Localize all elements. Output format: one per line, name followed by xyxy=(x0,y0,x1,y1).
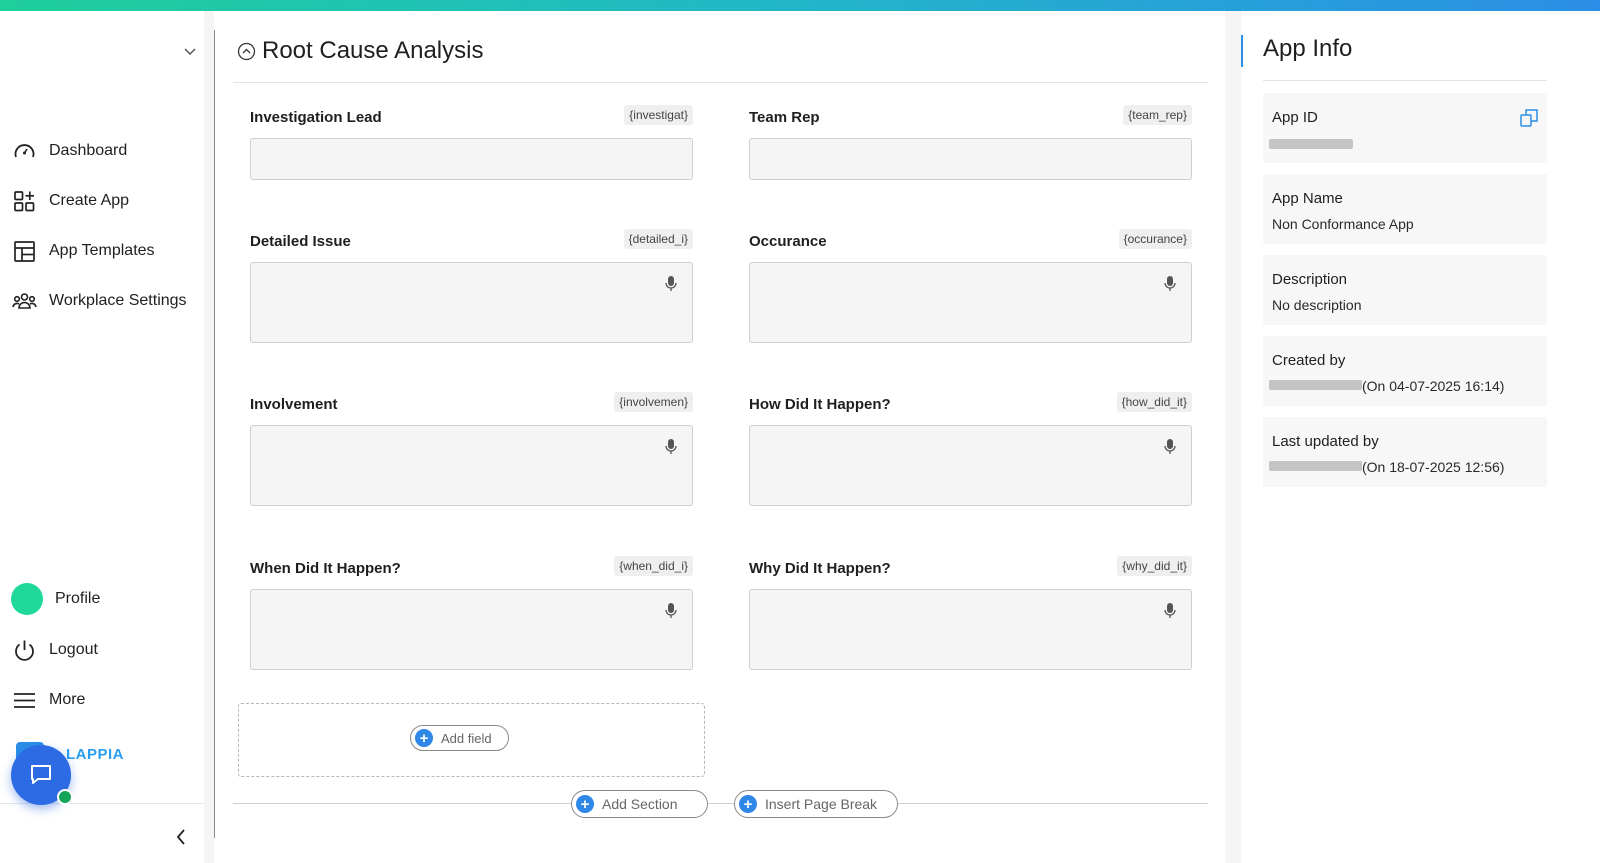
variable-tag: {how_did_it} xyxy=(1116,392,1192,412)
copy-icon[interactable] xyxy=(1519,108,1539,128)
description-label: Description xyxy=(1272,271,1348,288)
microphone-icon[interactable] xyxy=(1164,276,1176,292)
microphone-icon[interactable] xyxy=(665,439,677,455)
field-label: Detailed Issue xyxy=(250,233,351,250)
online-status-dot xyxy=(57,789,73,805)
section-header[interactable]: Root Cause Analysis xyxy=(237,37,483,65)
microphone-icon[interactable] xyxy=(665,276,677,292)
dashboard-icon xyxy=(12,139,37,164)
description-card: Description No description xyxy=(1263,255,1547,325)
add-field-button[interactable]: + Add field xyxy=(410,725,509,751)
app-info-panel: App Info App ID App Name Non Conformance… xyxy=(1241,11,1600,863)
field-label: Investigation Lead xyxy=(250,109,382,126)
plus-icon: + xyxy=(739,795,757,813)
insert-page-break-label: Insert Page Break xyxy=(765,796,878,812)
divider xyxy=(1263,80,1547,81)
accent-bar xyxy=(1241,35,1243,67)
sidebar-item-label: Logout xyxy=(49,641,98,658)
variable-tag: {team_rep} xyxy=(1123,105,1192,125)
updated-by-label: Last updated by xyxy=(1272,433,1379,450)
field-label: Team Rep xyxy=(749,109,820,126)
sidebar: Dashboard Create App App Templates Workp… xyxy=(0,11,204,863)
field-label: Occurance xyxy=(749,233,827,250)
text-input[interactable] xyxy=(749,138,1192,180)
sidebar-item-more[interactable]: More xyxy=(12,685,85,715)
top-gradient-bar xyxy=(0,0,1600,11)
sidebar-item-workplace-settings[interactable]: Workplace Settings xyxy=(12,286,187,316)
field-label: Why Did It Happen? xyxy=(749,560,891,577)
variable-tag: {investigat} xyxy=(624,105,693,125)
sidebar-item-label: Dashboard xyxy=(49,142,128,159)
sidebar-item-label: Profile xyxy=(55,590,101,607)
section-title: Root Cause Analysis xyxy=(262,37,484,64)
form-builder-canvas: Root Cause Analysis Investigation Lead {… xyxy=(215,11,1225,863)
app-id-label: App ID xyxy=(1272,109,1318,126)
sidebar-item-label: App Templates xyxy=(49,242,155,259)
textarea-input[interactable] xyxy=(749,589,1192,670)
textarea-input[interactable] xyxy=(250,425,693,506)
textarea-input[interactable] xyxy=(250,262,693,343)
power-icon xyxy=(12,638,37,663)
sidebar-item-label: Create App xyxy=(49,192,130,209)
sidebar-item-app-templates[interactable]: App Templates xyxy=(12,236,155,266)
users-icon xyxy=(12,289,37,314)
textarea-input[interactable] xyxy=(250,589,693,670)
variable-tag: {occurance} xyxy=(1118,229,1192,249)
chevron-down-icon[interactable] xyxy=(183,44,197,58)
field-label: How Did It Happen? xyxy=(749,396,891,413)
updated-by-card: Last updated by (On 18-07-2025 12:56) xyxy=(1263,417,1547,487)
field-label: Involvement xyxy=(250,396,338,413)
text-input[interactable] xyxy=(250,138,693,180)
section-bottom-divider xyxy=(233,803,1208,804)
app-name-value: Non Conformance App xyxy=(1272,216,1414,232)
app-id-value-redacted xyxy=(1269,139,1353,149)
avatar xyxy=(11,583,43,615)
panel-gap xyxy=(1225,11,1241,863)
description-value: No description xyxy=(1272,297,1362,313)
variable-tag: {when_did_i} xyxy=(614,556,693,576)
insert-page-break-button[interactable]: + Insert Page Break xyxy=(734,790,898,818)
variable-tag: {involvemen} xyxy=(614,392,693,412)
create-app-icon xyxy=(12,189,37,214)
add-field-label: Add field xyxy=(441,730,492,746)
app-id-card: App ID xyxy=(1263,93,1547,163)
add-section-label: Add Section xyxy=(602,796,678,812)
microphone-icon[interactable] xyxy=(665,603,677,619)
microphone-icon[interactable] xyxy=(1164,603,1176,619)
sidebar-item-logout[interactable]: Logout xyxy=(12,635,98,665)
variable-tag: {detailed_i} xyxy=(623,229,693,249)
sidebar-item-label: Workplace Settings xyxy=(49,292,187,309)
chevron-left-icon[interactable] xyxy=(174,827,188,847)
creator-name-redacted xyxy=(1269,380,1362,390)
sidebar-gap xyxy=(204,11,214,863)
menu-icon xyxy=(12,688,37,713)
collapse-circle-icon[interactable] xyxy=(237,42,256,61)
plus-icon: + xyxy=(415,729,433,747)
brand-name: LAPPIA xyxy=(66,746,125,763)
sidebar-item-dashboard[interactable]: Dashboard xyxy=(12,136,127,166)
textarea-input[interactable] xyxy=(749,262,1192,343)
panel-title: App Info xyxy=(1263,35,1353,62)
add-section-button[interactable]: + Add Section xyxy=(571,790,708,818)
microphone-icon[interactable] xyxy=(1164,439,1176,455)
updated-on-value: (On 18-07-2025 12:56) xyxy=(1362,459,1505,475)
app-name-card: App Name Non Conformance App xyxy=(1263,174,1547,244)
updater-name-redacted xyxy=(1269,461,1362,471)
textarea-input[interactable] xyxy=(749,425,1192,506)
field-label: When Did It Happen? xyxy=(250,560,401,577)
divider xyxy=(233,82,1208,83)
sidebar-item-create-app[interactable]: Create App xyxy=(12,186,129,216)
created-by-label: Created by xyxy=(1272,352,1346,369)
variable-tag: {why_did_it} xyxy=(1117,556,1192,576)
add-field-dropzone[interactable]: + Add field xyxy=(238,703,705,777)
chat-icon xyxy=(31,765,51,784)
app-name-label: App Name xyxy=(1272,190,1343,207)
templates-icon xyxy=(12,239,37,264)
created-on-value: (On 04-07-2025 16:14) xyxy=(1362,378,1505,394)
sidebar-item-profile[interactable]: Profile xyxy=(11,583,100,615)
plus-icon: + xyxy=(576,795,594,813)
created-by-card: Created by (On 04-07-2025 16:14) xyxy=(1263,336,1547,406)
sidebar-item-label: More xyxy=(49,691,86,708)
